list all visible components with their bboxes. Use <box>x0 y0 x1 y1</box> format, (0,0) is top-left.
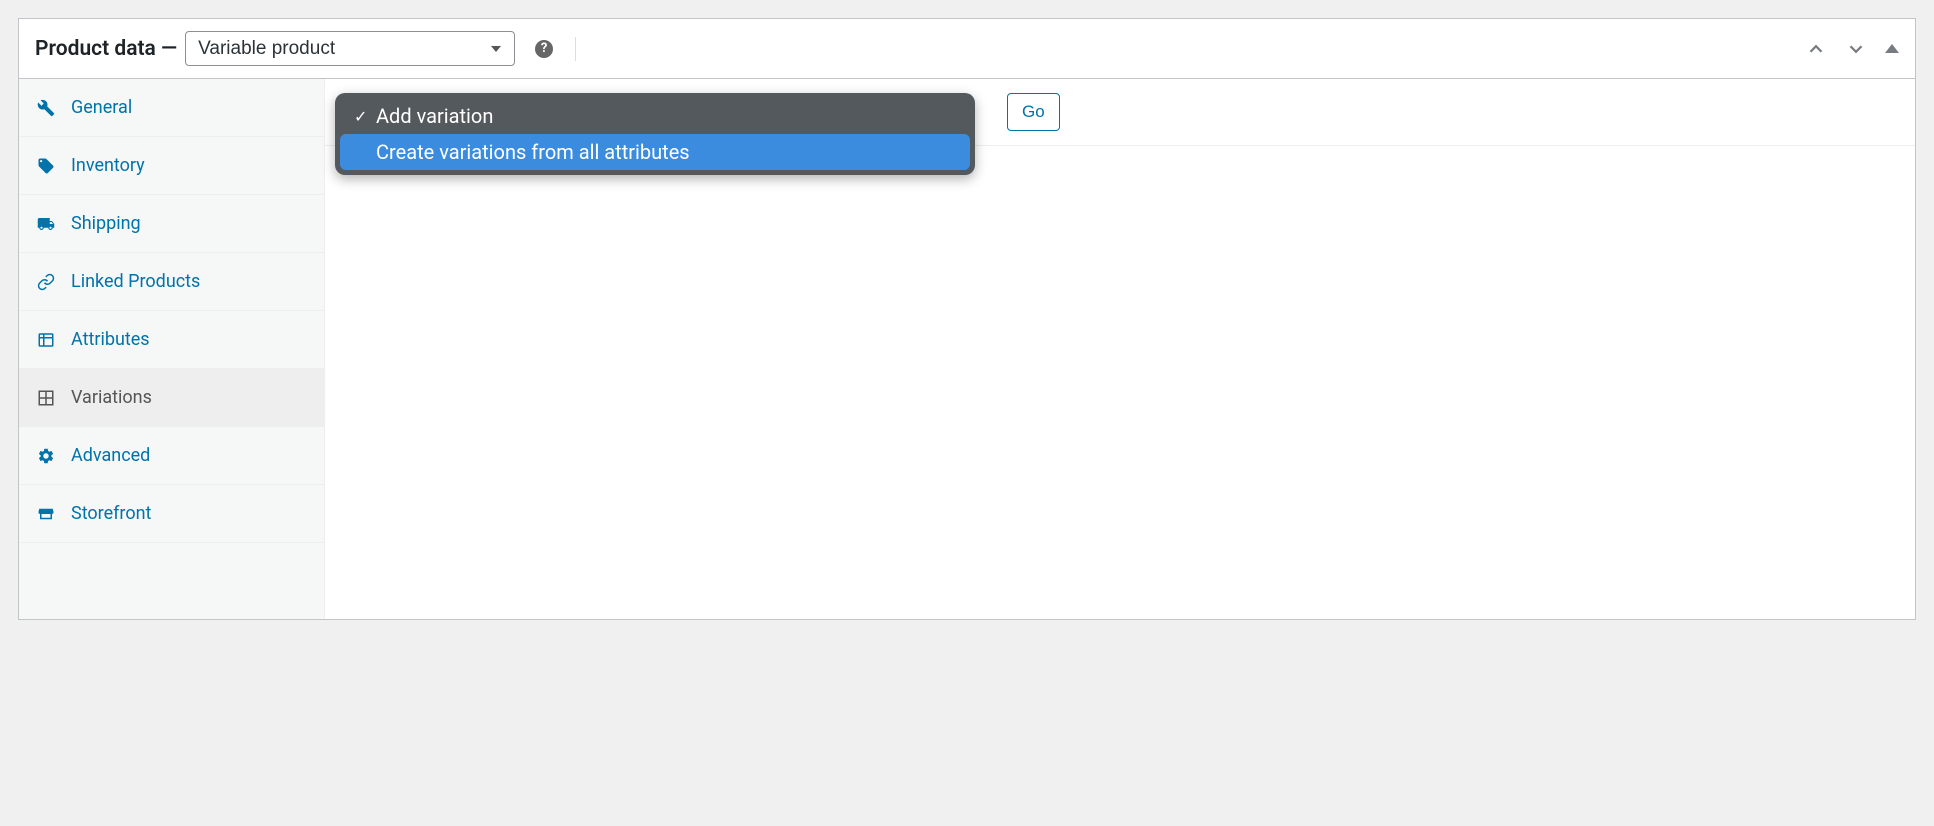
list-icon <box>35 330 57 350</box>
panel-body: General Inventory Shipping Linked Produc… <box>19 79 1915 619</box>
sidebar: General Inventory Shipping Linked Produc… <box>19 79 325 619</box>
check-icon: ✓ <box>354 107 374 126</box>
sidebar-item-advanced[interactable]: Advanced <box>19 427 324 485</box>
grid-icon <box>35 388 57 408</box>
panel-header: Product data — Variable product ? <box>19 19 1915 79</box>
dropdown-option-create-from-attributes[interactable]: Create variations from all attributes <box>340 134 970 170</box>
gear-icon <box>35 446 57 466</box>
collapse-panel-icon[interactable] <box>1885 44 1899 53</box>
dropdown-option-add-variation[interactable]: ✓ Add variation <box>340 98 970 134</box>
help-icon[interactable]: ? <box>535 40 553 58</box>
sidebar-item-label: Attributes <box>71 329 150 350</box>
sidebar-item-general[interactable]: General <box>19 79 324 137</box>
sidebar-item-storefront[interactable]: Storefront <box>19 485 324 543</box>
wrench-icon <box>35 98 57 118</box>
sidebar-item-shipping[interactable]: Shipping <box>19 195 324 253</box>
header-divider <box>575 37 576 61</box>
sidebar-item-label: Storefront <box>71 503 151 524</box>
link-icon <box>35 272 57 292</box>
chevron-down-icon[interactable] <box>1845 38 1867 60</box>
truck-icon <box>35 214 57 234</box>
sidebar-item-label: Inventory <box>71 155 145 176</box>
dropdown-option-label: Add variation <box>376 104 493 128</box>
sidebar-item-variations[interactable]: Variations <box>19 369 324 427</box>
chevron-up-icon[interactable] <box>1805 38 1827 60</box>
sidebar-item-linked-products[interactable]: Linked Products <box>19 253 324 311</box>
sidebar-item-label: Variations <box>71 387 152 408</box>
sidebar-item-label: Shipping <box>71 213 141 234</box>
storefront-icon <box>35 504 57 524</box>
sidebar-item-inventory[interactable]: Inventory <box>19 137 324 195</box>
sidebar-item-label: Linked Products <box>71 271 200 292</box>
content-area: Go ✓ Add variation Create variations fro… <box>325 79 1915 619</box>
header-controls <box>1805 38 1899 60</box>
sidebar-item-label: Advanced <box>71 445 150 466</box>
product-data-panel: Product data — Variable product ? <box>18 18 1916 620</box>
product-type-select[interactable]: Variable product <box>185 31 515 66</box>
tag-icon <box>35 156 57 176</box>
panel-title: Product data — <box>35 37 177 61</box>
dropdown-option-label: Create variations from all attributes <box>376 140 690 164</box>
variation-action-dropdown[interactable]: ✓ Add variation Create variations from a… <box>335 93 975 175</box>
sidebar-item-attributes[interactable]: Attributes <box>19 311 324 369</box>
sidebar-item-label: General <box>71 97 132 118</box>
go-button[interactable]: Go <box>1007 93 1060 131</box>
